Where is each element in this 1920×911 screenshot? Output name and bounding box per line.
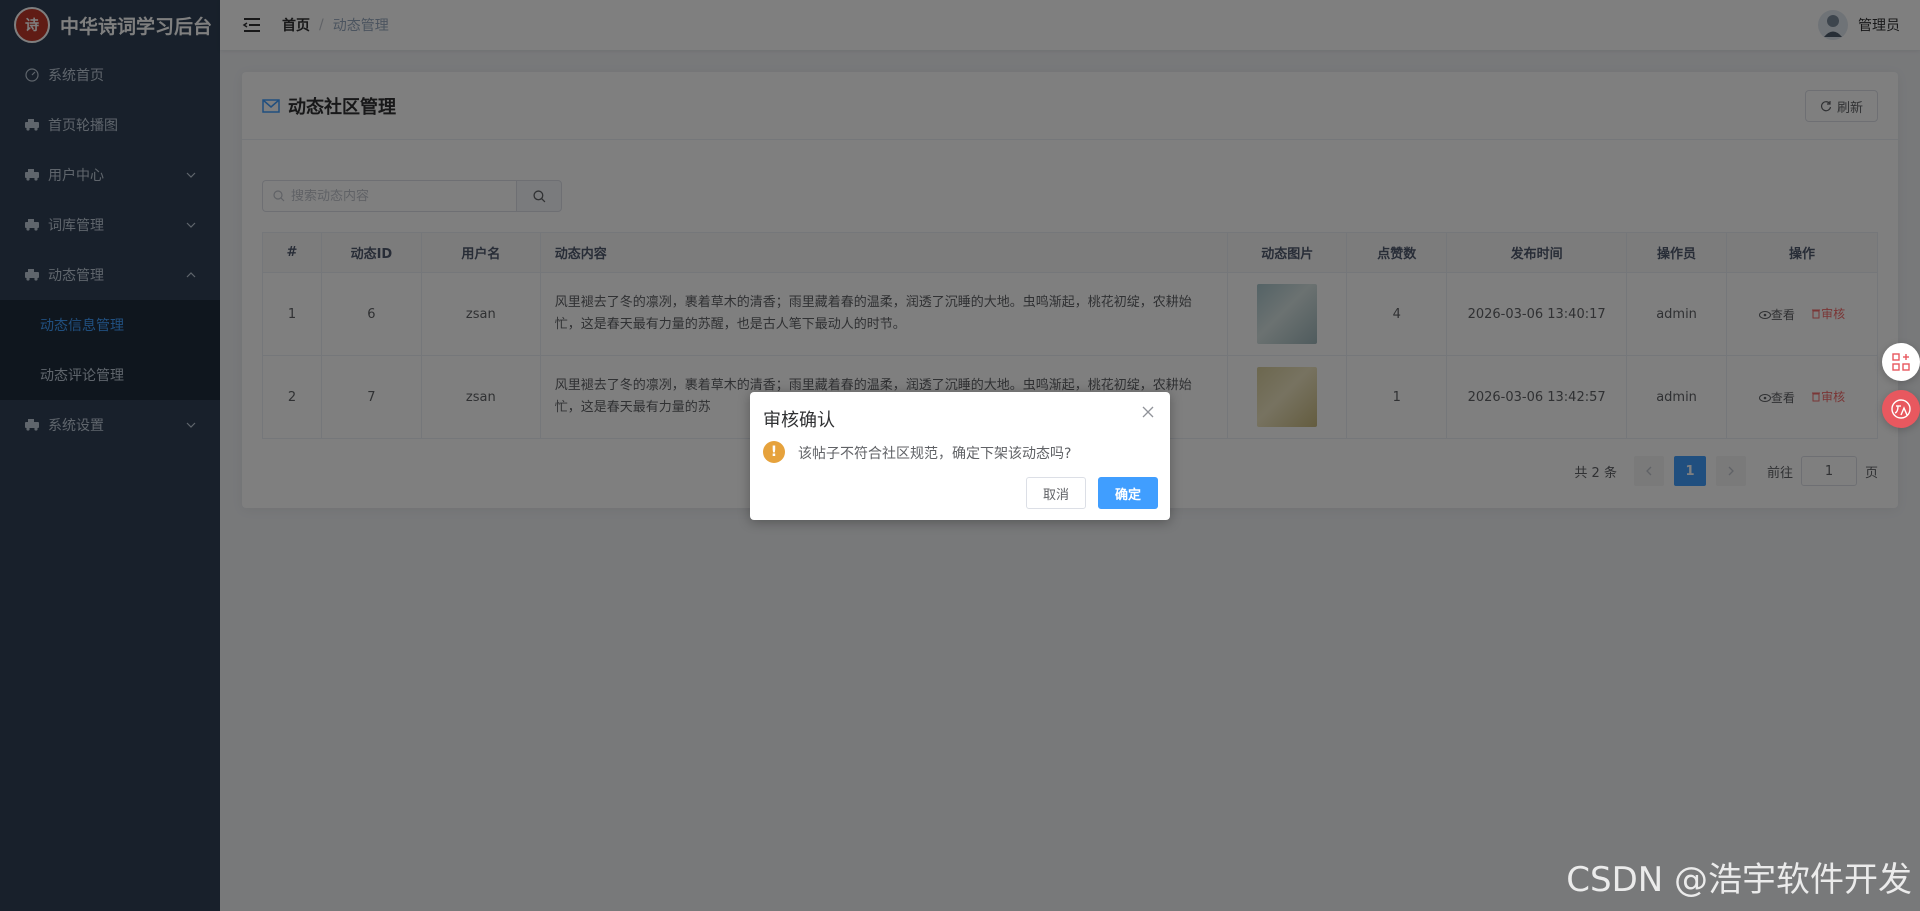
confirm-button[interactable]: 确定 [1098, 477, 1158, 509]
apps-icon [1892, 353, 1910, 371]
float-translate-button[interactable] [1882, 390, 1920, 428]
dialog-message: 该帖子不符合社区规范，确定下架该动态吗? [798, 446, 1072, 462]
close-icon[interactable] [1140, 404, 1156, 420]
audit-confirm-dialog: 审核确认 ! 该帖子不符合社区规范，确定下架该动态吗? 取消 确定 [750, 392, 1170, 520]
dialog-title: 审核确认 [763, 410, 835, 431]
float-apps-button[interactable] [1882, 343, 1920, 381]
warning-icon: ! [763, 441, 785, 463]
cancel-button[interactable]: 取消 [1026, 477, 1086, 509]
watermark: CSDN @浩宇软件开发 [1566, 860, 1912, 900]
translate-icon [1891, 399, 1911, 419]
